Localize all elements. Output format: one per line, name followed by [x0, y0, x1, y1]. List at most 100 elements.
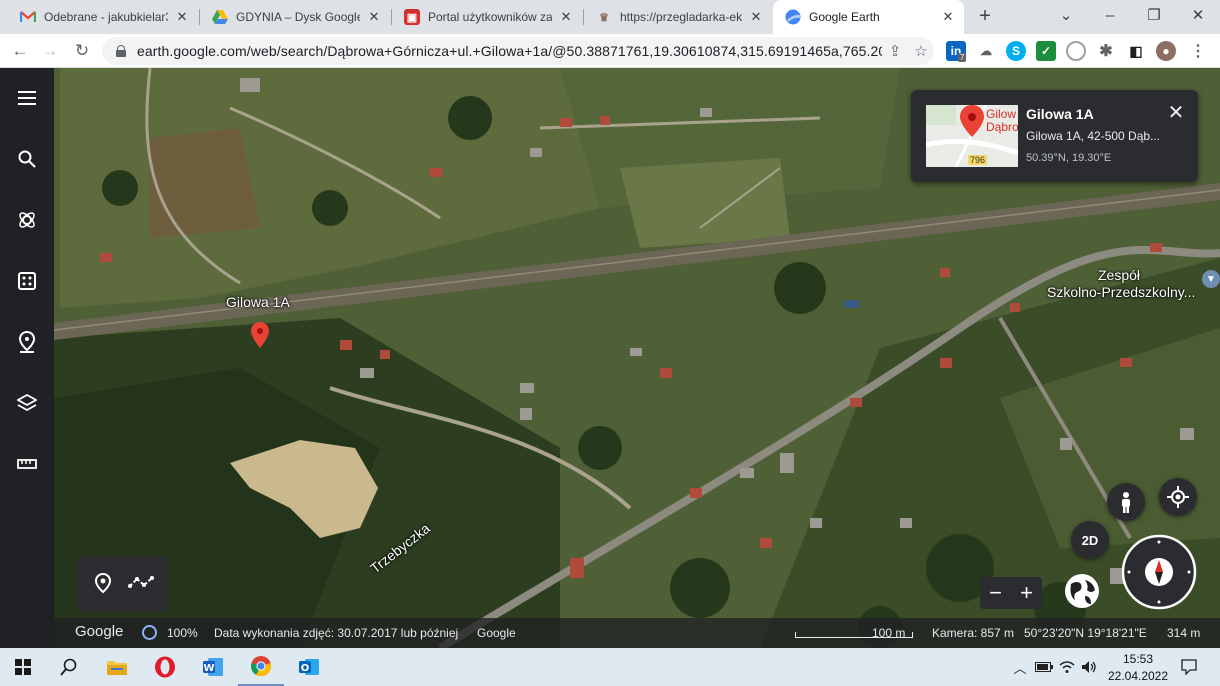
- restore-button[interactable]: ❐: [1132, 0, 1176, 30]
- svg-text:O: O: [301, 663, 310, 674]
- school-label-line2[interactable]: Szkolno-Przedszkolny...: [1047, 284, 1195, 300]
- taskbar-search-button[interactable]: [46, 648, 92, 686]
- add-placemark-icon[interactable]: [92, 572, 114, 594]
- my-location-button[interactable]: [1159, 478, 1197, 516]
- card-title: Gilowa 1A: [1026, 106, 1094, 122]
- folder-icon: [107, 661, 127, 675]
- side-panel-icon[interactable]: ◧: [1126, 41, 1146, 61]
- draw-tools-panel: [76, 556, 168, 612]
- feeling-lucky-dice-icon[interactable]: [12, 266, 42, 296]
- zoom-in-button[interactable]: +: [1011, 577, 1042, 609]
- volume-icon[interactable]: [1079, 648, 1099, 686]
- globe-icon[interactable]: [1063, 572, 1101, 610]
- back-button[interactable]: ←: [8, 39, 32, 63]
- street-view-button[interactable]: [1107, 483, 1145, 521]
- view-mode-toggle-button[interactable]: 2D: [1071, 521, 1109, 559]
- school-label[interactable]: Zespół: [1098, 267, 1140, 283]
- close-icon[interactable]: ✕: [940, 9, 956, 25]
- reload-button[interactable]: ↻: [70, 39, 94, 63]
- clock-date: 22.04.2022: [1107, 669, 1169, 683]
- earth-viewport[interactable]: Gilowa 1A Zespół Szkolno-Przedszkolny...…: [0, 68, 1220, 648]
- forward-button[interactable]: →: [38, 39, 62, 63]
- show-hidden-icons-button[interactable]: ︿: [1010, 648, 1030, 686]
- checkmark-extension-icon[interactable]: ✓: [1036, 41, 1056, 61]
- map-pin-icon[interactable]: [251, 322, 269, 348]
- battery-icon[interactable]: [1033, 648, 1055, 686]
- tab-strip: Odebrane - jakubkielar3@ ✕ GDYNIA – Dysk…: [0, 0, 1220, 34]
- status-bar: Google 100% Data wykonania zdjęć: 30.07.…: [54, 618, 1220, 648]
- chrome-icon: [251, 656, 271, 677]
- profile-avatar[interactable]: ●: [1156, 41, 1176, 61]
- opera-app[interactable]: [142, 648, 188, 686]
- word-app[interactable]: W: [190, 648, 236, 686]
- close-window-button[interactable]: ✕: [1176, 0, 1220, 30]
- share-icon[interactable]: ⇪: [882, 39, 908, 63]
- compass[interactable]: [1121, 534, 1197, 610]
- google-drive-icon: [212, 9, 228, 25]
- wifi-icon[interactable]: [1057, 648, 1077, 686]
- search-icon[interactable]: [12, 144, 42, 174]
- notifications-button[interactable]: [1176, 648, 1202, 686]
- tab-title: https://przegladarka-ekw: [620, 10, 742, 24]
- road-shield: 796: [968, 155, 988, 165]
- close-icon[interactable]: ✕: [1165, 101, 1187, 124]
- windows-taskbar: W O ︿ 15:53 22.04.2022: [0, 648, 1220, 686]
- url-text[interactable]: earth.google.com/web/search/Dąbrowa+Górn…: [137, 43, 882, 59]
- ground-elevation: 314 m: [1167, 626, 1201, 640]
- minimize-button[interactable]: –: [1088, 0, 1132, 30]
- data-credit[interactable]: Google: [477, 626, 516, 640]
- loading-status: 100%: [167, 626, 198, 640]
- place-thumbnail[interactable]: Gilow Dąbro 796: [926, 105, 1018, 167]
- address-bar[interactable]: earth.google.com/web/search/Dąbrowa+Górn…: [102, 37, 934, 65]
- close-icon[interactable]: ✕: [366, 9, 382, 25]
- tab-search-button[interactable]: ⌄: [1044, 0, 1088, 30]
- zoom-controls: − +: [980, 577, 1042, 609]
- earth-toolbar: [0, 68, 54, 648]
- file-explorer-app[interactable]: [94, 648, 140, 686]
- tab-gmail[interactable]: Odebrane - jakubkielar3@ ✕: [8, 0, 198, 34]
- skype-extension-icon[interactable]: S: [1006, 41, 1026, 61]
- tab-google-earth[interactable]: Google Earth ✕: [773, 0, 964, 34]
- zoom-out-button[interactable]: −: [980, 577, 1011, 609]
- outlook-app[interactable]: O: [286, 648, 332, 686]
- cloud-extension-icon[interactable]: ☁: [976, 41, 996, 61]
- tab-title: Google Earth: [809, 10, 880, 24]
- cursor-coordinates: 50°23'20"N 19°18'21"E: [1024, 626, 1147, 640]
- tab-ekw[interactable]: ♛ https://przegladarka-ekw ✕: [584, 0, 772, 34]
- menu-icon[interactable]: [12, 83, 42, 113]
- place-label[interactable]: Gilowa 1A: [226, 294, 290, 310]
- tab-title: Portal użytkowników zare: [428, 10, 552, 24]
- eagle-icon: ♛: [599, 11, 609, 24]
- draw-path-icon[interactable]: [128, 572, 154, 594]
- camera-altitude: Kamera: 857 m: [932, 626, 1015, 640]
- close-icon[interactable]: ✕: [174, 9, 190, 25]
- puzzle-extensions-icon[interactable]: ✱: [1096, 41, 1116, 61]
- map-style-layers-icon[interactable]: [12, 388, 42, 418]
- menu-kebab-icon[interactable]: ⋮: [1188, 41, 1208, 61]
- pegman-icon: [1122, 492, 1130, 513]
- measure-ruler-icon[interactable]: [12, 449, 42, 479]
- circle-extension-icon[interactable]: [1066, 41, 1086, 61]
- system-clock[interactable]: 15:53 22.04.2022: [1098, 651, 1178, 685]
- place-info-card[interactable]: Gilow Dąbro 796 Gilowa 1A Gilowa 1A, 42-…: [911, 90, 1198, 182]
- imagery-date[interactable]: Data wykonania zdjęć: 30.07.2017 lub póź…: [214, 626, 458, 640]
- word-icon: W: [203, 658, 223, 676]
- lock-icon[interactable]: [115, 45, 127, 57]
- bookmark-star-icon[interactable]: ☆: [908, 39, 934, 63]
- thumbnail-label: Dąbro: [986, 120, 1018, 134]
- chrome-app[interactable]: [238, 648, 284, 686]
- close-icon[interactable]: ✕: [748, 9, 764, 25]
- new-tab-button[interactable]: +: [974, 5, 996, 27]
- close-icon[interactable]: ✕: [558, 9, 574, 25]
- projects-pin-icon[interactable]: [12, 327, 42, 357]
- google-earth-icon: [785, 9, 801, 25]
- clock-time: 15:53: [1122, 652, 1154, 666]
- tab-drive[interactable]: GDYNIA – Dysk Google ✕: [200, 0, 390, 34]
- tab-portal[interactable]: ▣ Portal użytkowników zare ✕: [392, 0, 582, 34]
- tab-title: Odebrane - jakubkielar3@: [44, 10, 168, 24]
- school-poi-icon[interactable]: ▼: [1202, 270, 1220, 288]
- card-address: Gilowa 1A, 42-500 Dąb...: [1026, 129, 1161, 143]
- my-location-icon: [1167, 486, 1189, 508]
- start-button[interactable]: [0, 648, 46, 686]
- voyager-icon[interactable]: [12, 205, 42, 235]
